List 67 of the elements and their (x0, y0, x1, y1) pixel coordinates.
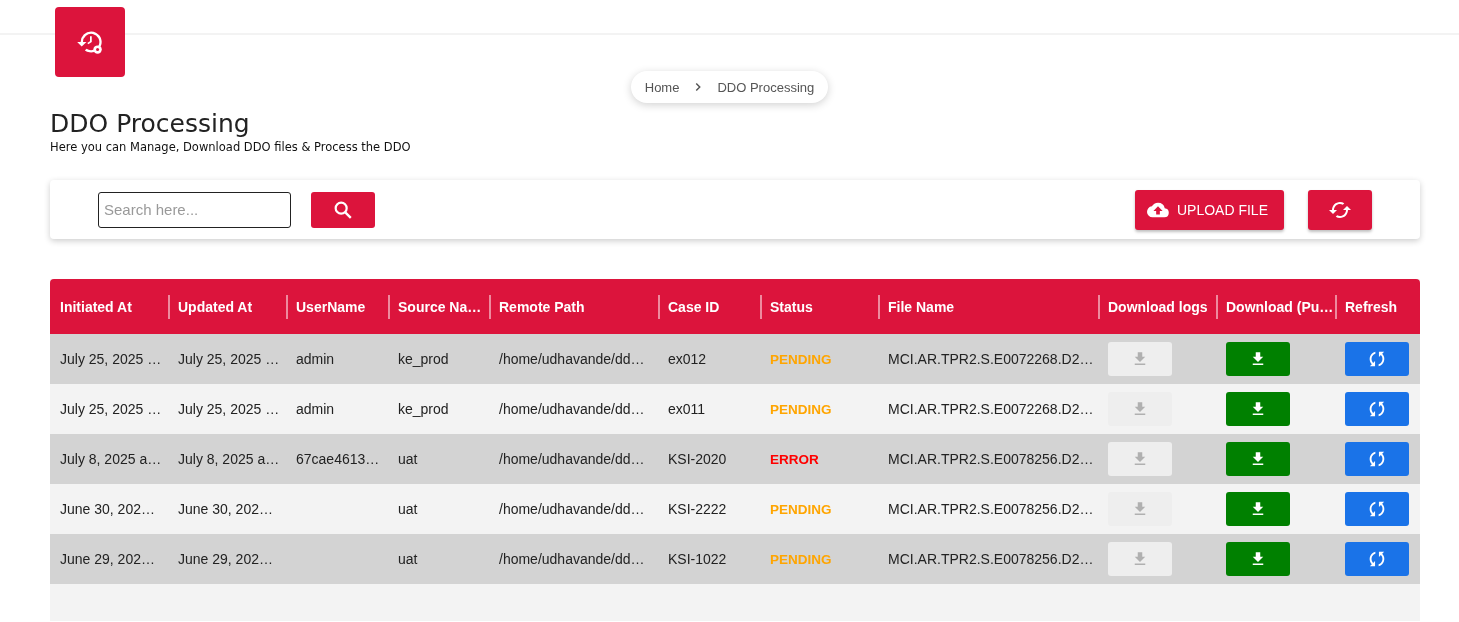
column-header[interactable]: Remote Path (489, 279, 658, 334)
upload-file-button[interactable]: UPLOAD FILE (1134, 189, 1284, 230)
table-cell: uat (388, 434, 489, 484)
table-cell: /home/udhavande/dd… (489, 334, 658, 384)
table-cell: 67cae4613… (286, 434, 388, 484)
refresh-row-button[interactable] (1345, 542, 1409, 576)
table-cell: July 25, 2025 … (50, 384, 168, 434)
table-cell: admin (286, 334, 388, 384)
breadcrumb-item[interactable]: Home (644, 79, 680, 95)
search-field[interactable]: Search here... (98, 191, 291, 228)
refresh-row-button[interactable] (1345, 392, 1409, 426)
column-header[interactable]: Refresh (1335, 279, 1420, 334)
download-button[interactable] (1226, 492, 1290, 526)
download-button[interactable] (1226, 442, 1290, 476)
column-header[interactable]: UserName (286, 279, 388, 334)
table-cell: MCI.AR.TPR2.S.E0078256.D2… (878, 484, 1098, 534)
refresh-row-button[interactable] (1345, 442, 1409, 476)
table-cell: uat (388, 484, 489, 534)
table-cell: July 8, 2025 a… (50, 434, 168, 484)
column-header[interactable]: Status (760, 279, 878, 334)
refresh-button[interactable] (1308, 189, 1372, 230)
column-header[interactable]: Source Na… (388, 279, 489, 334)
table-cell: ex012 (658, 334, 760, 384)
table-cell: /home/udhavande/dd… (489, 534, 658, 584)
refresh-row-button[interactable] (1345, 342, 1409, 376)
column-header[interactable]: Updated At (168, 279, 286, 334)
table-cell: MCI.AR.TPR2.S.E0078256.D2… (878, 434, 1098, 484)
status-label: PENDING (770, 552, 832, 567)
table-cell: KSI-1022 (658, 534, 760, 584)
column-header[interactable]: Case ID (658, 279, 760, 334)
page-title: DDO Processing (50, 109, 251, 138)
download-button[interactable] (1226, 542, 1290, 576)
download-button[interactable] (1226, 342, 1290, 376)
table-cell: /home/udhavande/dd… (489, 434, 658, 484)
search-button[interactable] (311, 191, 375, 228)
column-header[interactable]: Download (Pu… (1216, 279, 1335, 334)
table-cell: KSI-2222 (658, 484, 760, 534)
download-button[interactable] (1226, 392, 1290, 426)
table-cell: June 29, 202… (168, 534, 286, 584)
status-label: PENDING (770, 352, 832, 367)
table-cell: July 25, 2025 … (50, 334, 168, 384)
table-cell: June 30, 202… (50, 484, 168, 534)
table-cell: MCI.AR.TPR2.S.E0072268.D2… (878, 384, 1098, 434)
table-cell: /home/udhavande/dd… (489, 384, 658, 434)
table-cell: June 29, 202… (50, 534, 168, 584)
table-cell: June 30, 202… (168, 484, 286, 534)
table-cell: ke_prod (388, 384, 489, 434)
column-header[interactable]: Download logs (1098, 279, 1216, 334)
column-header[interactable]: Initiated At (50, 279, 168, 334)
status-label: ERROR (770, 452, 819, 467)
table-cell: MCI.AR.TPR2.S.E0072268.D2… (878, 334, 1098, 384)
table-cell: ex011 (658, 384, 760, 434)
table-cell: July 8, 2025 a… (168, 434, 286, 484)
table-cell: admin (286, 384, 388, 434)
breadcrumb-item[interactable]: DDO Processing (717, 79, 815, 95)
status-label: PENDING (770, 402, 832, 417)
table-cell: July 25, 2025 … (168, 384, 286, 434)
page-subtitle: Here you can Manage, Download DDO files & Process the DDO (50, 140, 412, 154)
table-cell: KSI-2020 (658, 434, 760, 484)
status-label: PENDING (770, 502, 832, 517)
table-cell: /home/udhavande/dd… (489, 484, 658, 534)
table-cell: uat (388, 534, 489, 584)
column-header[interactable]: File Name (878, 279, 1098, 334)
table-cell: MCI.AR.TPR2.S.E0078256.D2… (878, 534, 1098, 584)
table-cell: ke_prod (388, 334, 489, 384)
refresh-row-button[interactable] (1345, 492, 1409, 526)
table-cell: July 25, 2025 … (168, 334, 286, 384)
